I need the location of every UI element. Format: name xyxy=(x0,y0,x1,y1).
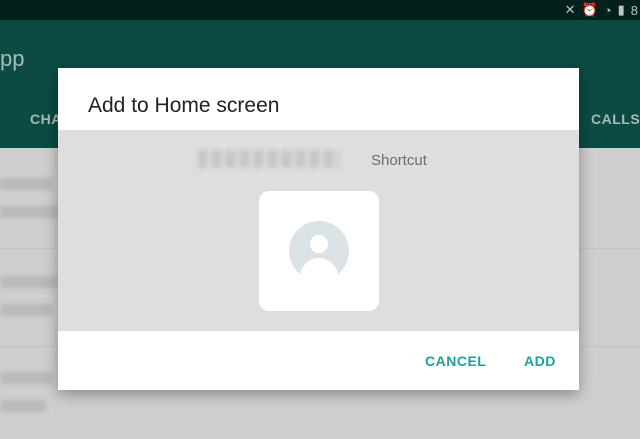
avatar-head xyxy=(310,235,328,253)
dialog-title: Add to Home screen xyxy=(88,94,280,117)
battery-text: 8 xyxy=(630,2,638,18)
list-item[interactable] xyxy=(0,304,52,316)
alarm-icon: ⏰ xyxy=(581,2,598,17)
status-icons: ✕ ⏰ ◔ ▮ 8 xyxy=(565,0,640,20)
tab-calls[interactable]: CALLS xyxy=(591,111,640,127)
list-item[interactable] xyxy=(0,178,52,190)
avatar-body xyxy=(300,258,338,281)
app-title: pp xyxy=(0,46,25,71)
status-bar: ✕ ⏰ ◔ ▮ 8 xyxy=(0,0,640,20)
shortcut-name-field[interactable] xyxy=(198,150,340,168)
shortcut-label: Shortcut xyxy=(371,152,427,169)
add-button[interactable]: ADD xyxy=(524,353,556,369)
list-item[interactable] xyxy=(0,372,52,384)
add-to-home-dialog: Add to Home screen Shortcut CANCEL ADD xyxy=(58,68,579,390)
cancel-button[interactable]: CANCEL xyxy=(425,353,486,369)
list-item[interactable] xyxy=(0,276,58,288)
list-item[interactable] xyxy=(0,206,60,218)
mute-icon: ✕ xyxy=(564,2,576,17)
signal-icon: ▮ xyxy=(617,2,625,17)
list-item[interactable] xyxy=(0,400,46,412)
shortcut-icon-tile xyxy=(259,191,379,311)
wifi-icon: ◔ xyxy=(603,2,612,18)
contact-avatar-icon xyxy=(289,221,349,281)
